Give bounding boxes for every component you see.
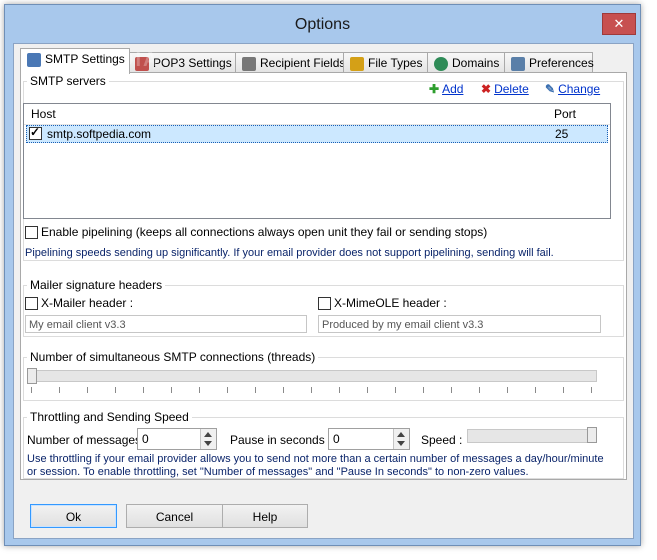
speed-slider-track[interactable] — [467, 429, 597, 443]
smtp-server-list[interactable]: Host Port smtp.softpedia.com 25 — [23, 103, 611, 219]
xmimeole-checkbox[interactable] — [318, 297, 331, 310]
title-bar[interactable]: Options ✕ — [5, 5, 640, 45]
tab-label: POP3 Settings — [153, 56, 232, 70]
speed-slider-thumb[interactable] — [587, 427, 597, 443]
tab-smtp-settings[interactable]: SMTP Settings — [20, 48, 130, 74]
tab-preferences[interactable]: Preferences — [504, 52, 594, 73]
pause-spinner[interactable]: 0 — [328, 428, 410, 450]
spin-up-icon[interactable] — [397, 432, 405, 437]
table-row[interactable]: smtp.softpedia.com 25 — [26, 125, 608, 143]
close-button[interactable]: ✕ — [602, 13, 636, 35]
tab-pop3-settings[interactable]: POP3 Settings — [128, 52, 237, 73]
window-title: Options — [294, 16, 351, 33]
pause-label: Pause in seconds : — [230, 433, 332, 447]
add-label: Add — [442, 82, 464, 96]
xmailer-label[interactable]: X-Mailer header : — [41, 296, 133, 310]
help-button[interactable]: Help — [222, 504, 308, 528]
dialog-client: SMTP Settings POP3 Settings Recipient Fi… — [13, 43, 634, 539]
xmimeole-label[interactable]: X-MimeOLE header : — [334, 296, 447, 310]
spin-up-icon[interactable] — [204, 432, 212, 437]
smtp-servers-label: SMTP servers — [27, 74, 109, 88]
messages-spinner[interactable]: 0 — [137, 428, 217, 450]
server-port: 25 — [555, 127, 569, 141]
column-host[interactable]: Host — [31, 107, 56, 121]
ok-button[interactable]: Ok — [30, 504, 117, 528]
tab-file-types[interactable]: File Types — [343, 52, 429, 73]
tab-label: Recipient Fields — [260, 56, 346, 70]
pipelining-label[interactable]: Enable pipelining (keeps all connections… — [41, 225, 487, 239]
tab-label: Preferences — [529, 56, 594, 70]
delete-icon: ✖ — [481, 82, 492, 96]
threads-slider-thumb[interactable] — [27, 368, 37, 384]
pause-value: 0 — [333, 432, 340, 446]
tab-label: Domains — [452, 56, 500, 70]
pause-spinner-arrows[interactable] — [393, 429, 409, 449]
messages-value: 0 — [142, 432, 149, 446]
throttling-group-label: Throttling and Sending Speed — [27, 410, 192, 424]
computer-icon — [511, 56, 525, 71]
options-window: Options ✕ SMTP Settings POP3 Settings Re… — [4, 4, 641, 546]
edit-icon: ✎ — [545, 82, 556, 96]
spin-down-icon[interactable] — [397, 441, 405, 446]
spin-down-icon[interactable] — [204, 441, 212, 446]
delete-label: Delete — [494, 82, 529, 96]
tab-domains[interactable]: Domains — [427, 52, 506, 73]
tab-label: File Types — [368, 56, 423, 70]
messages-spinner-arrows[interactable] — [200, 429, 216, 449]
xmimeole-input[interactable]: Produced by my email client v3.3 — [318, 315, 601, 333]
globe-icon — [434, 56, 448, 71]
signature-group-label: Mailer signature headers — [27, 278, 166, 292]
column-port[interactable]: Port — [554, 107, 576, 121]
pipelining-checkbox[interactable] — [25, 226, 38, 239]
server-icon — [135, 56, 149, 71]
threads-slider-ticks — [31, 387, 593, 393]
delete-server-link[interactable]: ✖ Delete — [481, 82, 529, 96]
threads-slider-track[interactable] — [27, 370, 597, 382]
documents-icon — [350, 56, 364, 71]
xmailer-input[interactable]: My email client v3.3 — [25, 315, 307, 333]
smtp-settings-panel: SMTP servers ✚ Add ✖ Delete ✎ Change Host P… — [20, 72, 627, 480]
server-enabled-checkbox[interactable] — [29, 125, 42, 140]
change-label: Change — [558, 82, 601, 96]
add-server-link[interactable]: ✚ Add — [429, 82, 463, 96]
threads-group-label: Number of simultaneous SMTP connections … — [27, 350, 319, 364]
list-header: Host Port — [24, 104, 610, 125]
messages-label: Number of messages : — [27, 433, 148, 447]
plus-icon: ✚ — [429, 82, 440, 96]
speed-label: Speed : — [421, 433, 463, 447]
throttling-note: Use throttling if your email provider al… — [27, 453, 604, 478]
server-host: smtp.softpedia.com — [47, 127, 152, 141]
cancel-button[interactable]: Cancel — [126, 504, 223, 528]
tab-label: SMTP Settings — [45, 52, 125, 66]
xmailer-checkbox[interactable] — [25, 297, 38, 310]
form-icon — [242, 56, 256, 71]
change-server-link[interactable]: ✎ Change — [545, 82, 600, 96]
database-icon — [27, 52, 41, 67]
pipelining-note: Pipelining speeds sending up significant… — [25, 247, 554, 259]
tab-recipient-fields[interactable]: Recipient Fields — [235, 52, 345, 73]
